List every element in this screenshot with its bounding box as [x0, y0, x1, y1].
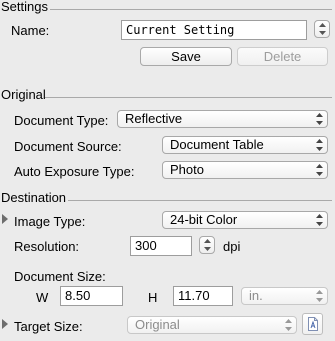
- delete-button[interactable]: Delete: [237, 47, 328, 66]
- document-type-label: Document Type:: [14, 113, 109, 128]
- settings-divider: [50, 9, 332, 10]
- auto-exposure-label: Auto Exposure Type:: [14, 164, 135, 179]
- up-down-arrows-icon: [316, 113, 323, 125]
- disclosure-triangle-icon[interactable]: [2, 319, 8, 329]
- portrait-document-icon: [308, 317, 318, 334]
- auto-exposure-select[interactable]: Photo: [162, 161, 328, 179]
- document-source-value: Document Table: [170, 137, 264, 152]
- resolution-unit-label: dpi: [223, 239, 241, 254]
- image-type-value: 24-bit Color: [170, 212, 238, 227]
- target-size-select[interactable]: Original: [127, 316, 297, 334]
- resolution-field[interactable]: 300: [130, 236, 192, 256]
- height-field[interactable]: 11.70: [173, 286, 233, 306]
- original-divider: [45, 97, 332, 98]
- disclosure-triangle-icon[interactable]: [2, 214, 8, 224]
- destination-section-title: Destination: [1, 190, 67, 205]
- up-down-arrows-icon: [316, 164, 323, 176]
- up-down-arrows-icon: [316, 139, 323, 151]
- resolution-label: Resolution:: [14, 239, 80, 254]
- image-type-select[interactable]: 24-bit Color: [162, 211, 328, 229]
- up-down-arrows-icon: [204, 239, 211, 251]
- document-size-label: Document Size:: [14, 269, 106, 284]
- original-section-title: Original: [1, 87, 46, 102]
- document-type-value: Reflective: [125, 111, 183, 126]
- name-popup-button[interactable]: [314, 20, 330, 38]
- up-down-arrows-icon: [285, 319, 292, 331]
- settings-section-title: Settings: [1, 0, 48, 14]
- up-down-arrows-icon: [316, 214, 323, 226]
- auto-exposure-value: Photo: [170, 162, 204, 177]
- up-down-arrows-icon: [319, 23, 326, 35]
- destination-divider: [68, 200, 332, 201]
- target-size-label: Target Size:: [14, 319, 83, 334]
- image-type-label: Image Type:: [14, 214, 86, 229]
- up-down-arrows-icon: [316, 290, 323, 302]
- width-field[interactable]: 8.50: [60, 286, 123, 306]
- width-label: W: [36, 290, 49, 305]
- resolution-popup-button[interactable]: [199, 236, 215, 254]
- height-label: H: [148, 290, 158, 305]
- document-source-label: Document Source:: [14, 139, 122, 154]
- document-type-select[interactable]: Reflective: [117, 110, 328, 128]
- orientation-button[interactable]: [302, 313, 323, 335]
- size-unit-select[interactable]: in.: [241, 287, 328, 305]
- name-field[interactable]: Current Setting: [121, 20, 307, 40]
- name-label: Name:: [11, 23, 50, 38]
- size-unit-value: in.: [249, 288, 263, 303]
- target-size-value: Original: [135, 317, 180, 332]
- save-button[interactable]: Save: [140, 47, 232, 66]
- document-source-select[interactable]: Document Table: [162, 136, 328, 154]
